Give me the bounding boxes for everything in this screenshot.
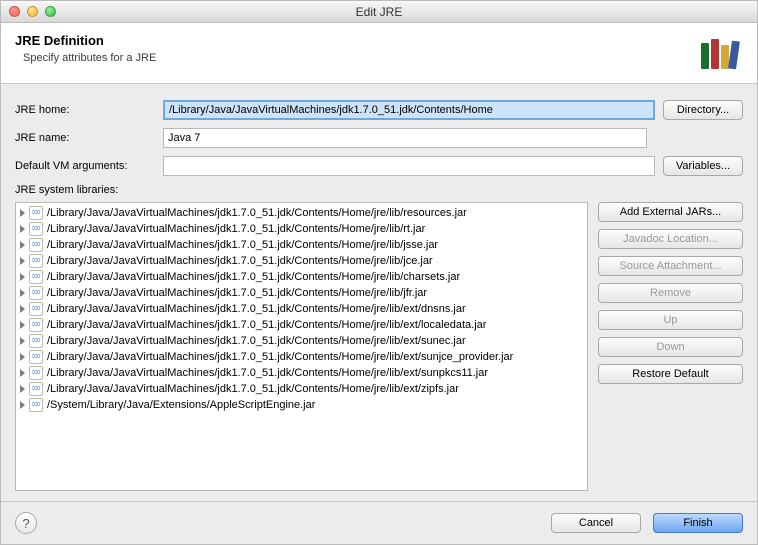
titlebar: Edit JRE xyxy=(1,1,757,23)
restore-default-button[interactable]: Restore Default xyxy=(598,364,743,384)
jar-icon xyxy=(29,238,43,252)
expand-icon[interactable] xyxy=(20,353,25,361)
expand-icon[interactable] xyxy=(20,401,25,409)
jar-icon xyxy=(29,254,43,268)
library-item[interactable]: /Library/Java/JavaVirtualMachines/jdk1.7… xyxy=(16,349,587,365)
jre-name-row: JRE name: xyxy=(15,128,743,148)
vm-args-label: Default VM arguments: xyxy=(15,160,155,172)
finish-button[interactable]: Finish xyxy=(653,513,743,533)
libraries-section: JRE system libraries: /Library/Java/Java… xyxy=(15,184,743,491)
jar-icon xyxy=(29,286,43,300)
variables-button[interactable]: Variables... xyxy=(663,156,743,176)
library-item[interactable]: /Library/Java/JavaVirtualMachines/jdk1.7… xyxy=(16,253,587,269)
zoom-icon[interactable] xyxy=(45,6,56,17)
expand-icon[interactable] xyxy=(20,385,25,393)
jre-home-input[interactable] xyxy=(163,100,655,120)
directory-button[interactable]: Directory... xyxy=(663,100,743,120)
jar-icon xyxy=(29,334,43,348)
library-item[interactable]: /Library/Java/JavaVirtualMachines/jdk1.7… xyxy=(16,205,587,221)
library-item[interactable]: /Library/Java/JavaVirtualMachines/jdk1.7… xyxy=(16,381,587,397)
books-icon xyxy=(695,33,743,73)
dialog-header: JRE Definition Specify attributes for a … xyxy=(1,23,757,84)
expand-icon[interactable] xyxy=(20,209,25,217)
jar-icon xyxy=(29,398,43,412)
add-external-jars-button[interactable]: Add External JARs... xyxy=(598,202,743,222)
minimize-icon[interactable] xyxy=(27,6,38,17)
jar-icon xyxy=(29,318,43,332)
jar-icon xyxy=(29,270,43,284)
up-button[interactable]: Up xyxy=(598,310,743,330)
expand-icon[interactable] xyxy=(20,273,25,281)
header-subtitle: Specify attributes for a JRE xyxy=(15,52,156,64)
expand-icon[interactable] xyxy=(20,289,25,297)
library-path: /Library/Java/JavaVirtualMachines/jdk1.7… xyxy=(47,303,466,315)
library-buttons: Add External JARs... Javadoc Location...… xyxy=(598,202,743,491)
library-item[interactable]: /Library/Java/JavaVirtualMachines/jdk1.7… xyxy=(16,285,587,301)
library-path: /Library/Java/JavaVirtualMachines/jdk1.7… xyxy=(47,383,459,395)
library-item[interactable]: /Library/Java/JavaVirtualMachines/jdk1.7… xyxy=(16,317,587,333)
expand-icon[interactable] xyxy=(20,257,25,265)
close-icon[interactable] xyxy=(9,6,20,17)
library-path: /Library/Java/JavaVirtualMachines/jdk1.7… xyxy=(47,287,427,299)
cancel-button[interactable]: Cancel xyxy=(551,513,641,533)
library-path: /Library/Java/JavaVirtualMachines/jdk1.7… xyxy=(47,271,460,283)
library-path: /System/Library/Java/Extensions/AppleScr… xyxy=(47,399,315,411)
source-attachment-button[interactable]: Source Attachment... xyxy=(598,256,743,276)
library-item[interactable]: /Library/Java/JavaVirtualMachines/jdk1.7… xyxy=(16,301,587,317)
javadoc-location-button[interactable]: Javadoc Location... xyxy=(598,229,743,249)
libraries-tree[interactable]: /Library/Java/JavaVirtualMachines/jdk1.7… xyxy=(15,202,588,491)
remove-button[interactable]: Remove xyxy=(598,283,743,303)
library-item[interactable]: /Library/Java/JavaVirtualMachines/jdk1.7… xyxy=(16,221,587,237)
jar-icon xyxy=(29,222,43,236)
jre-name-label: JRE name: xyxy=(15,132,155,144)
library-item[interactable]: /Library/Java/JavaVirtualMachines/jdk1.7… xyxy=(16,333,587,349)
library-path: /Library/Java/JavaVirtualMachines/jdk1.7… xyxy=(47,223,425,235)
jre-home-label: JRE home: xyxy=(15,104,155,116)
help-button[interactable]: ? xyxy=(15,512,37,534)
jar-icon xyxy=(29,350,43,364)
vm-args-input[interactable] xyxy=(163,156,655,176)
expand-icon[interactable] xyxy=(20,369,25,377)
library-path: /Library/Java/JavaVirtualMachines/jdk1.7… xyxy=(47,335,466,347)
library-path: /Library/Java/JavaVirtualMachines/jdk1.7… xyxy=(47,351,513,363)
library-item[interactable]: /Library/Java/JavaVirtualMachines/jdk1.7… xyxy=(16,269,587,285)
library-path: /Library/Java/JavaVirtualMachines/jdk1.7… xyxy=(47,255,433,267)
jar-icon xyxy=(29,366,43,380)
library-item[interactable]: /System/Library/Java/Extensions/AppleScr… xyxy=(16,397,587,413)
expand-icon[interactable] xyxy=(20,225,25,233)
dialog-footer: ? Cancel Finish xyxy=(1,501,757,544)
expand-icon[interactable] xyxy=(20,241,25,249)
expand-icon[interactable] xyxy=(20,321,25,329)
library-path: /Library/Java/JavaVirtualMachines/jdk1.7… xyxy=(47,367,488,379)
window-title: Edit JRE xyxy=(1,5,757,19)
expand-icon[interactable] xyxy=(20,305,25,313)
library-item[interactable]: /Library/Java/JavaVirtualMachines/jdk1.7… xyxy=(16,237,587,253)
jar-icon xyxy=(29,206,43,220)
library-item[interactable]: /Library/Java/JavaVirtualMachines/jdk1.7… xyxy=(16,365,587,381)
library-path: /Library/Java/JavaVirtualMachines/jdk1.7… xyxy=(47,239,438,251)
libraries-label: JRE system libraries: xyxy=(15,184,743,196)
jre-name-input[interactable] xyxy=(163,128,647,148)
expand-icon[interactable] xyxy=(20,337,25,345)
header-title: JRE Definition xyxy=(15,33,156,48)
dialog-content: JRE home: Directory... JRE name: Default… xyxy=(1,84,757,501)
vm-args-row: Default VM arguments: Variables... xyxy=(15,156,743,176)
library-path: /Library/Java/JavaVirtualMachines/jdk1.7… xyxy=(47,207,467,219)
window-controls xyxy=(1,6,56,17)
jar-icon xyxy=(29,382,43,396)
library-path: /Library/Java/JavaVirtualMachines/jdk1.7… xyxy=(47,319,486,331)
down-button[interactable]: Down xyxy=(598,337,743,357)
jar-icon xyxy=(29,302,43,316)
edit-jre-dialog: Edit JRE JRE Definition Specify attribut… xyxy=(0,0,758,545)
jre-home-row: JRE home: Directory... xyxy=(15,100,743,120)
